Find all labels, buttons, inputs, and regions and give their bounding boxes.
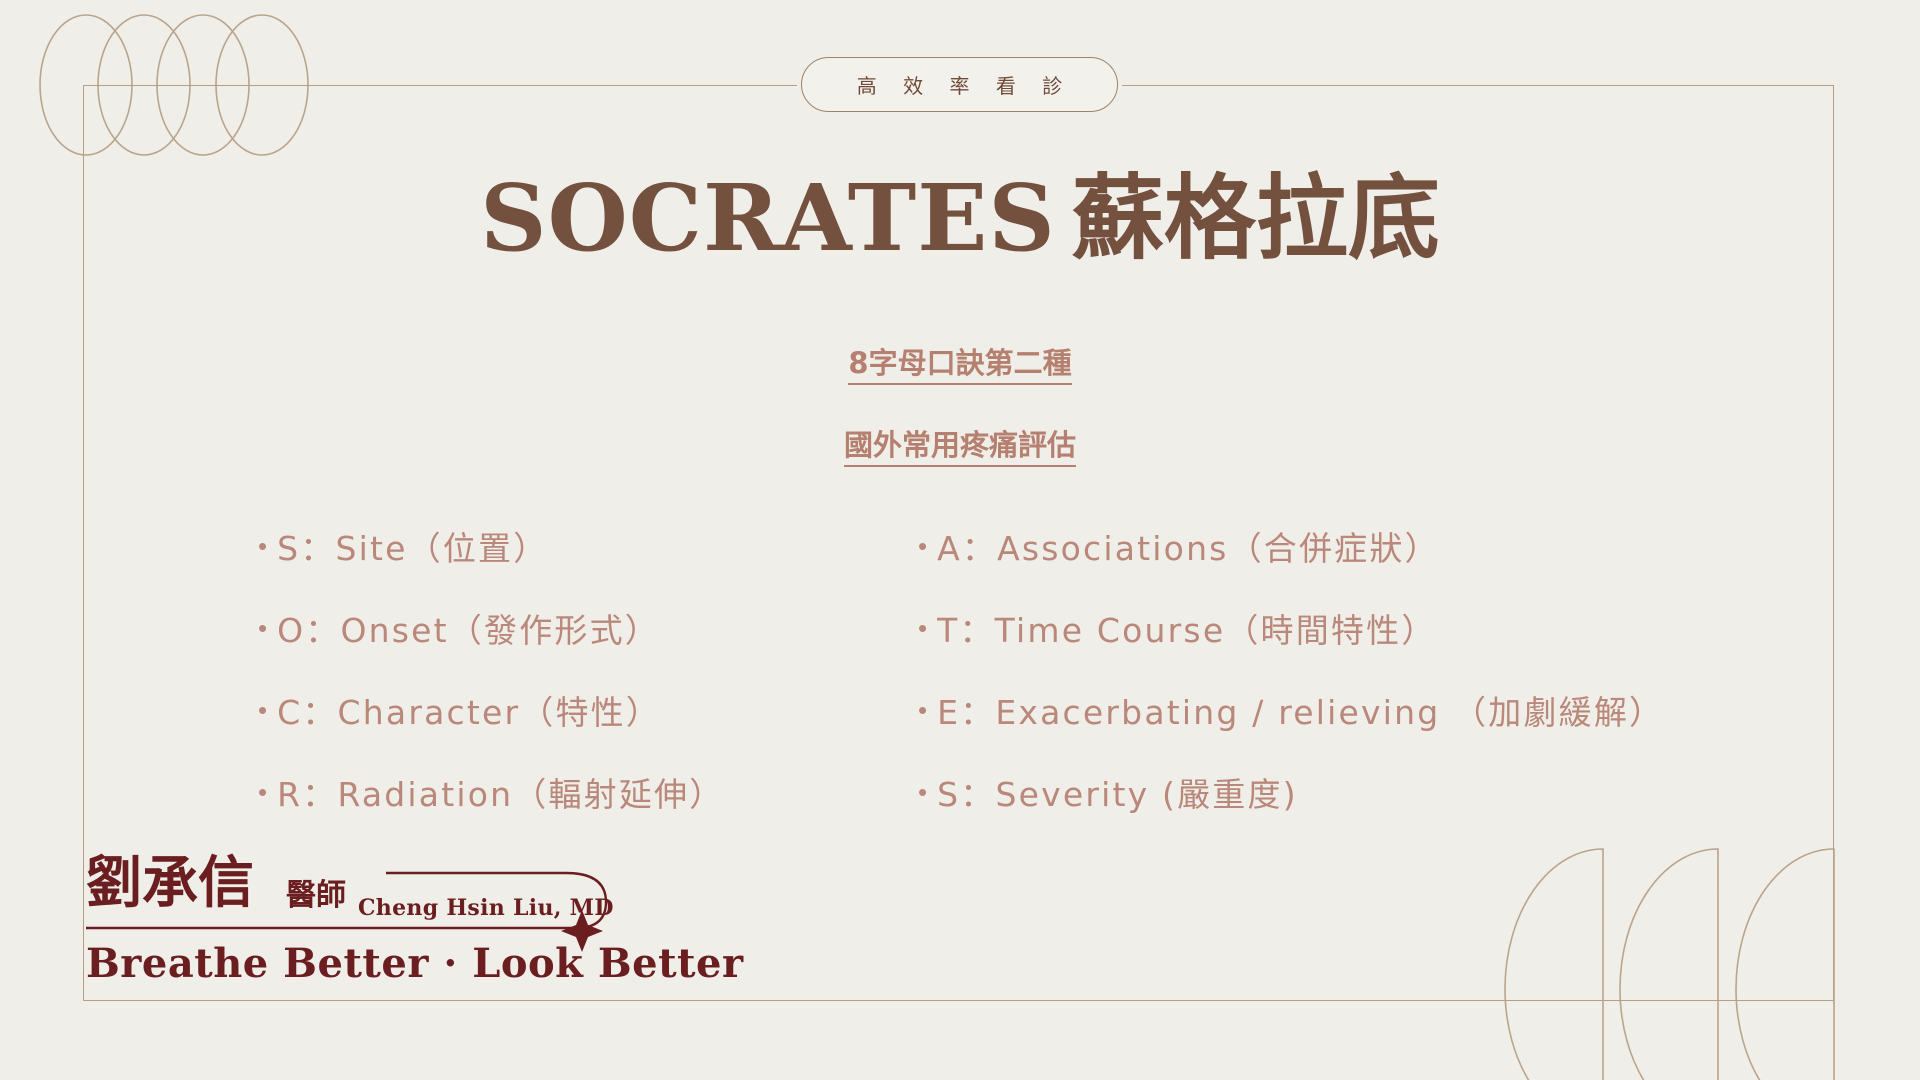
list-item: • C：Character（特性） — [258, 669, 724, 751]
bullet-dot-icon: • — [918, 695, 928, 725]
list-item: • O：Onset（發作形式） — [258, 587, 724, 669]
bullet-dot-icon: • — [918, 613, 928, 643]
list-item-label: S：Severity (嚴重度) — [937, 775, 1298, 814]
list-item-label: E：Exacerbating / relieving （加劇緩解） — [937, 693, 1665, 732]
bullet-dot-icon: • — [918, 777, 928, 807]
subtitle-secondary: 國外常用疼痛評估 — [0, 422, 1920, 467]
list-item: • T：Time Course（時間特性） — [918, 587, 1664, 669]
page-title-han: 蘇格拉底 — [1071, 164, 1440, 272]
list-item-label: R：Radiation（輻射延伸） — [277, 775, 725, 814]
logo: 劉承信 醫師 Cheng Hsin Liu, MD Breathe Better… — [86, 855, 746, 990]
list-item-label: S：Site（位置） — [277, 529, 549, 568]
slide-canvas: 高 效 率 看 診 SOCRATES 蘇格拉底 8字母口訣第二種 國外常用疼痛評估… — [0, 0, 1920, 1080]
subtitle-primary: 8字母口訣第二種 — [0, 340, 1920, 385]
bullet-dot-icon: • — [258, 695, 268, 725]
page-title: SOCRATES 蘇格拉底 — [0, 167, 1920, 269]
slide-content: SOCRATES 蘇格拉底 8字母口訣第二種 國外常用疼痛評估 • S：Site（… — [0, 0, 1920, 1080]
logo-doctor-name: 劉承信 — [86, 850, 254, 916]
bullet-column-left: • S：Site（位置） • O：Onset（發作形式） • C：Charact… — [258, 505, 724, 833]
list-item-label: C：Character（特性） — [277, 693, 662, 732]
list-item: • S：Severity (嚴重度) — [918, 751, 1664, 833]
list-item: • A：Associations（合併症狀） — [918, 505, 1664, 587]
list-item-label: A：Associations（合併症狀） — [937, 529, 1440, 568]
list-item: • R：Radiation（輻射延伸） — [258, 751, 724, 833]
logo-doctor-english-name: Cheng Hsin Liu, MD — [358, 895, 614, 921]
bullet-dot-icon: • — [258, 531, 268, 561]
logo-doctor-title: 醫師 — [286, 878, 346, 913]
list-item-label: T：Time Course（時間特性） — [937, 611, 1437, 650]
subtitle-secondary-text: 國外常用疼痛評估 — [843, 428, 1076, 467]
bullet-dot-icon: • — [258, 613, 268, 643]
bullet-dot-icon: • — [258, 777, 268, 807]
bullet-dot-icon: • — [918, 531, 928, 561]
list-item-label: O：Onset（發作形式） — [277, 611, 661, 650]
bullet-column-right: • A：Associations（合併症狀） • T：Time Course（時… — [918, 505, 1664, 833]
list-item: • S：Site（位置） — [258, 505, 724, 587]
subtitle-primary-text: 8字母口訣第二種 — [848, 346, 1072, 385]
logo-tagline: Breathe Better · Look Better — [86, 940, 744, 987]
list-item: • E：Exacerbating / relieving （加劇緩解） — [918, 669, 1664, 751]
page-title-latin: SOCRATES — [480, 164, 1056, 272]
